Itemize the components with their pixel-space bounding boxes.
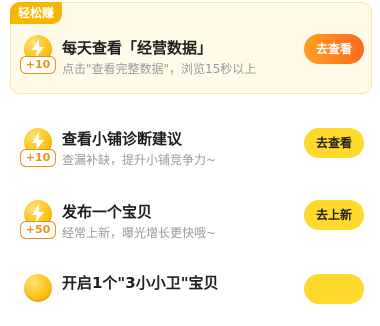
coin-badge: +10 <box>20 128 56 180</box>
task-title: 查看小铺诊断建议 <box>62 130 183 148</box>
featured-view-button[interactable]: 去查看 <box>304 34 364 64</box>
easy-earn-tag: 轻松赚 <box>10 2 63 24</box>
coin-badge: +10 <box>20 35 56 87</box>
task-description: 经常上新，曝光增长更快哦~ <box>62 226 217 240</box>
points-label: +50 <box>20 221 56 239</box>
task-description: 查漏补缺，提升小铺竞争力~ <box>62 153 217 167</box>
task-title: 每天查看「经营数据」 <box>62 39 213 57</box>
task-action-button[interactable] <box>304 274 364 304</box>
points-label: +10 <box>20 149 56 167</box>
task-title: 发布一个宝贝 <box>62 203 153 221</box>
task-title: 开启1个"3小小卫"宝贝 <box>62 274 219 292</box>
lightning-coin-icon <box>24 274 52 302</box>
task-view-button[interactable]: 去查看 <box>304 128 364 158</box>
coin-badge: +50 <box>20 200 56 252</box>
task-description: 点击"查看完整数据"，浏览15秒以上 <box>62 62 257 76</box>
points-label: +10 <box>20 56 56 74</box>
task-publish-button[interactable]: 去上新 <box>304 200 364 230</box>
